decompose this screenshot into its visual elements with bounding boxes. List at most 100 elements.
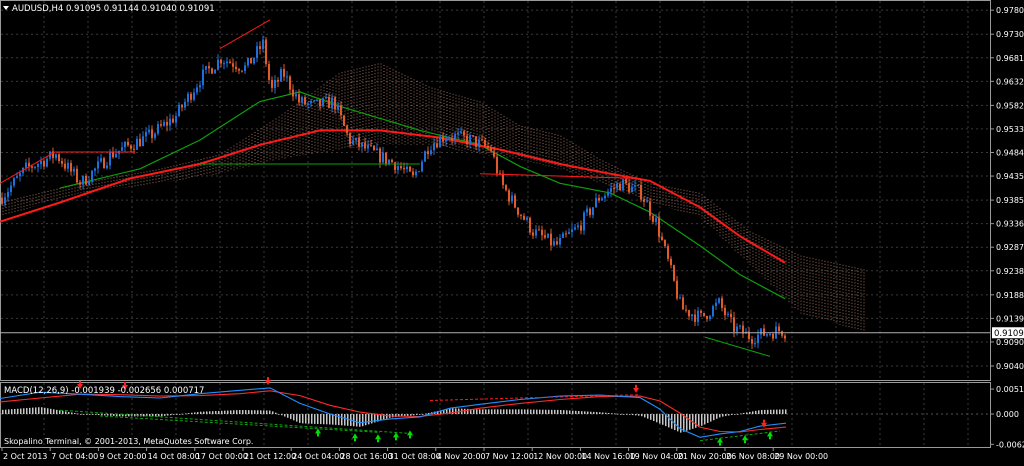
candle-body xyxy=(43,160,45,167)
macd-histogram-bar xyxy=(767,409,769,415)
candle-body xyxy=(661,236,663,240)
candle-body xyxy=(193,92,195,100)
candle-body xyxy=(682,297,684,310)
candle-body xyxy=(310,101,312,104)
macd-histogram-bar xyxy=(224,410,226,415)
time-tick-label: 12 Nov 00:00 xyxy=(533,452,587,461)
macd-histogram-bar xyxy=(269,410,271,415)
macd-histogram-bar xyxy=(59,410,61,415)
candle-body xyxy=(328,96,330,109)
candle-body xyxy=(112,151,114,158)
macd-histogram-bar xyxy=(359,414,361,427)
candle-body xyxy=(544,235,546,238)
price-tick-label: 0.95820 xyxy=(996,101,1024,110)
candle-body xyxy=(739,325,741,327)
candle-body xyxy=(586,208,588,213)
macd-histogram-bar xyxy=(188,413,190,415)
candle-body xyxy=(583,212,585,231)
macd-histogram-bar xyxy=(746,412,748,415)
macd-histogram-bar xyxy=(29,407,31,415)
macd-histogram-bar xyxy=(785,409,787,415)
candle-body xyxy=(562,233,564,238)
candle-body xyxy=(127,141,129,146)
candle-body xyxy=(316,99,318,101)
candle-body xyxy=(658,217,660,237)
macd-histogram-bar xyxy=(11,409,13,415)
macd-histogram-bar xyxy=(272,411,274,415)
candle-body xyxy=(184,101,186,108)
candle-body xyxy=(169,118,171,126)
macd-histogram-bar xyxy=(101,414,103,416)
chart-window[interactable]: 0.91091 0.978000.973000.968100.963200.95… xyxy=(0,0,1024,462)
macd-histogram-bar xyxy=(170,414,172,416)
candle-body xyxy=(304,97,306,105)
macd-histogram-bar xyxy=(584,411,586,415)
candle-body xyxy=(553,241,555,246)
candle-body xyxy=(277,79,279,82)
candle-body xyxy=(751,338,753,344)
candle-body xyxy=(733,317,735,332)
candle-body xyxy=(577,225,579,228)
candle-body xyxy=(343,115,345,126)
candle-body xyxy=(385,152,387,164)
macd-histogram-bar xyxy=(569,410,571,415)
candle-body xyxy=(442,136,444,142)
macd-histogram-bar xyxy=(638,414,640,416)
chart-canvas[interactable]: 0.91091 0.978000.973000.968100.963200.95… xyxy=(0,0,1024,462)
candle-body xyxy=(61,161,63,164)
candle-body xyxy=(37,164,39,167)
candle-body xyxy=(70,163,72,172)
candle-body xyxy=(667,246,669,259)
candle-body xyxy=(679,297,681,299)
candle-body xyxy=(421,161,423,172)
candle-body xyxy=(388,159,390,164)
moving-averages xyxy=(0,91,786,300)
macd-histogram-bar xyxy=(764,409,766,415)
macd-histogram-bar xyxy=(776,409,778,415)
candle-body xyxy=(274,79,276,88)
candle-body xyxy=(511,195,513,202)
macd-histogram-bar xyxy=(89,414,91,415)
macd-histogram-bar xyxy=(20,408,22,415)
macd-histogram-bar xyxy=(722,414,724,417)
candle-body xyxy=(493,151,495,157)
macd-histogram-bar xyxy=(206,411,208,415)
symbol-menu-triangle-icon[interactable] xyxy=(3,6,9,10)
candle-body xyxy=(541,229,543,236)
candle-body xyxy=(232,63,234,67)
macd-histogram-bar xyxy=(548,409,550,415)
candle-body xyxy=(382,152,384,163)
macd-histogram-bar xyxy=(113,414,115,416)
candle-body xyxy=(253,57,255,64)
candle-body xyxy=(427,151,429,155)
candle-body xyxy=(502,173,504,186)
candle-body xyxy=(598,197,600,201)
macd-histogram-bar xyxy=(128,414,130,417)
macd-histogram-bar xyxy=(236,410,238,415)
candle-body xyxy=(472,135,474,137)
candle-body xyxy=(637,184,639,186)
candle-body xyxy=(25,162,27,168)
candle-body xyxy=(574,227,576,230)
macd-histogram-bar xyxy=(284,414,286,417)
candle-body xyxy=(187,93,189,102)
candle-body xyxy=(565,233,567,235)
candle-body xyxy=(484,140,486,146)
candle-body xyxy=(295,94,297,97)
candle-body xyxy=(292,89,294,97)
candle-body xyxy=(595,197,597,208)
candle-body xyxy=(781,331,783,336)
macd-histogram-bar xyxy=(5,409,7,415)
candle-body xyxy=(73,168,75,172)
macd-histogram-bar xyxy=(740,413,742,415)
macd-histogram-bar xyxy=(422,414,424,415)
price-tick-label: 0.91390 xyxy=(996,314,1024,323)
candle-body xyxy=(418,171,420,173)
candle-body xyxy=(619,183,621,191)
candle-body xyxy=(28,162,30,167)
macd-histogram-bar xyxy=(194,412,196,415)
macd-histogram-bar xyxy=(287,414,289,418)
candle-body xyxy=(652,215,654,222)
candle-body xyxy=(31,166,33,168)
macd-histogram-bar xyxy=(521,409,523,415)
